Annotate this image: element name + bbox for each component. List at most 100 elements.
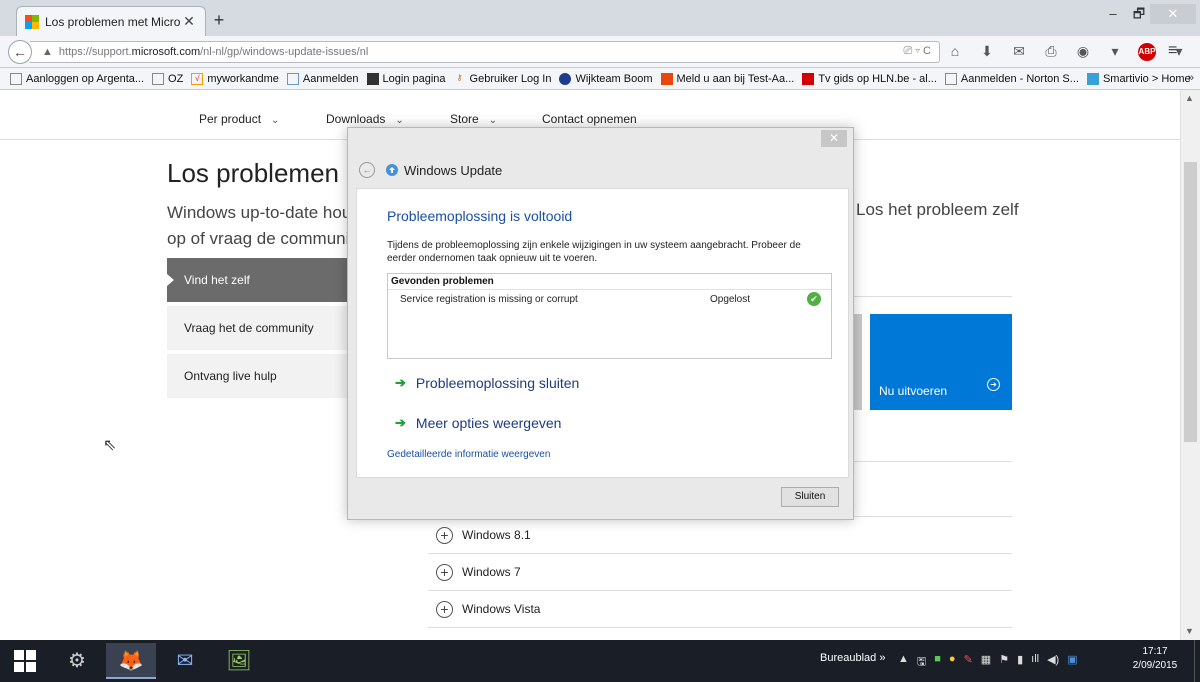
left-nav-community[interactable]: Vraag het de community — [167, 306, 349, 350]
dialog-close-button[interactable]: ✕ — [821, 130, 847, 147]
bookmarks-more-icon[interactable]: » — [1188, 72, 1194, 84]
url-bar[interactable]: ▲ https://support.microsoft.com/nl-nl/gp… — [30, 41, 940, 63]
run-now-tile[interactable]: Nu uitvoeren ➔ — [870, 314, 1012, 410]
page-icon — [10, 72, 22, 85]
back-arrow-icon[interactable]: ← — [359, 162, 375, 178]
windows-start-icon[interactable] — [14, 650, 36, 672]
scrollbar-thumb[interactable] — [1184, 162, 1197, 442]
tray-icon[interactable]: ● — [949, 653, 956, 672]
bookmark-item[interactable]: Tv gids op HLN.be - al... — [802, 72, 937, 85]
dialog-header: ← Windows Update — [359, 162, 502, 178]
bookmarks-bar: Aanloggen op Argenta... OZ √ myworkandme … — [0, 68, 1200, 90]
wijkteam-icon — [559, 72, 572, 85]
taskbar-clock[interactable]: 17:17 2/09/2015 — [1130, 645, 1180, 673]
bookmark-item[interactable]: Wijkteam Boom — [559, 72, 653, 85]
found-problems-list: Gevonden problemen Service registration … — [387, 273, 832, 359]
extension-icon[interactable]: ◉ — [1074, 43, 1092, 61]
bookmark-item[interactable]: Aanloggen op Argenta... — [10, 72, 144, 85]
taskbar-app-settings[interactable]: ⚙ — [52, 643, 102, 679]
taskbar-app-photos[interactable]: 🖼 — [214, 643, 264, 679]
tab-title: Los problemen met Micro... — [45, 14, 181, 29]
chevron-down-icon[interactable]: ▾ — [1106, 43, 1124, 61]
toolbar-icons: ⌂ ⬇ ✉ ⎙ ◉ ▾ ABP ▾ — [946, 43, 1188, 61]
chevron-down-icon: ⌄ — [488, 115, 498, 126]
nav-store[interactable]: Store ⌄ — [450, 112, 497, 126]
accordion-windows-7[interactable]: + Windows 7 — [428, 554, 1012, 591]
adblock-icon[interactable]: ABP — [1138, 43, 1156, 61]
hamburger-menu-icon[interactable]: ≡ — [1168, 42, 1177, 60]
plus-circle-icon: + — [436, 563, 453, 581]
bookmark-item[interactable]: Aanmelden — [286, 72, 359, 85]
nav-per-product[interactable]: Per product ⌄ — [199, 112, 279, 126]
taskbar-app-thunderbird[interactable]: ✉ — [160, 643, 210, 679]
intro-right: Los het probleem zelf — [856, 200, 1019, 219]
home-icon[interactable]: ⌂ — [946, 43, 964, 61]
tray-icon[interactable]: ■ — [934, 653, 941, 672]
page-icon — [152, 72, 165, 85]
new-tab-button[interactable]: + — [210, 10, 228, 31]
bookmark-item[interactable]: ⚷ Gebruiker Log In — [454, 73, 552, 85]
dialog-title: Windows Update — [404, 162, 503, 178]
url-text: https://support.microsoft.com/nl-nl/gp/w… — [58, 46, 369, 58]
browser-navbar: ▲ https://support.microsoft.com/nl-nl/gp… — [0, 36, 1200, 68]
warning-lock-icon[interactable]: ▲ — [42, 46, 53, 58]
browser-tab[interactable]: Los problemen met Micro... ✕ — [16, 6, 206, 36]
detailed-info-link[interactable]: Gedetailleerde informatie weergeven — [387, 449, 550, 460]
bookmark-item[interactable]: Smartivio > Home — [1086, 72, 1191, 85]
problem-row: Service registration is missing or corru… — [388, 292, 831, 310]
dialog-body: Probleemoplossing is voltooid Tijdens de… — [356, 188, 849, 478]
found-problems-header: Gevonden problemen — [388, 274, 831, 290]
problem-name: Service registration is missing or corru… — [400, 294, 578, 305]
green-arrow-icon: ➔ — [395, 415, 406, 430]
problem-status: Opgelost — [710, 294, 751, 305]
tray-icon[interactable]: ▦ — [981, 653, 991, 672]
flag-icon[interactable]: ⚑ — [999, 653, 1009, 672]
battery-icon[interactable]: ▮ — [1017, 653, 1023, 672]
plus-circle-icon: + — [436, 526, 453, 544]
taskbar-app-firefox[interactable]: 🦊 — [106, 643, 156, 679]
bookmark-item[interactable]: Meld u aan bij Test-Aa... — [660, 72, 794, 85]
left-nav-find-yourself[interactable]: Vind het zelf — [167, 258, 349, 302]
print-icon[interactable]: ⎙ — [1042, 43, 1060, 61]
windows-update-icon — [385, 163, 399, 177]
back-arrow-icon[interactable]: ← — [8, 40, 32, 64]
accordion-windows-81[interactable]: + Windows 8.1 — [428, 517, 1012, 554]
desktop-toolbar[interactable]: Bureaublad » — [820, 652, 885, 664]
system-tray: ▲ 🖫 ■ ● ✎ ▦ ⚑ ▮ ıll ◀) ▣ — [898, 653, 1078, 672]
window-close-button[interactable]: ✕ — [1150, 4, 1196, 24]
bookmark-item[interactable]: OZ — [152, 72, 183, 85]
close-troubleshooting-link[interactable]: ➔ Probleemoplossing sluiten — [395, 375, 579, 391]
bookmark-item[interactable]: √ myworkandme — [191, 72, 279, 85]
page-scrollbar[interactable]: ▲ ▼ — [1180, 90, 1200, 640]
network-icon[interactable]: ıll — [1031, 653, 1039, 672]
windows-taskbar: ⚙ 🦊 ✉ 🖼 Bureaublad » ▲ 🖫 ■ ● ✎ ▦ ⚑ ▮ ıll… — [0, 640, 1200, 682]
more-options-link[interactable]: ➔ Meer opties weergeven — [395, 415, 561, 431]
windows-update-dialog: ✕ ← Windows Update Probleemoplossing is … — [347, 127, 854, 520]
left-nav-live-help[interactable]: Ontvang live hulp — [167, 354, 349, 398]
mouse-pointer-icon: ⇖ — [103, 437, 117, 454]
mail-icon[interactable]: ✉ — [1010, 43, 1028, 61]
tab-close-icon[interactable]: ✕ — [181, 13, 197, 30]
scroll-down-icon[interactable]: ▼ — [1185, 626, 1194, 636]
tray-icon[interactable]: ▣ — [1067, 653, 1077, 672]
volume-icon[interactable]: ◀) — [1047, 653, 1059, 672]
plus-circle-icon: + — [436, 600, 453, 618]
page-title: Los problemen m — [167, 158, 368, 188]
reload-icon[interactable]: ⎚ ▿ C — [904, 45, 931, 58]
nav-contact[interactable]: Contact opnemen — [542, 112, 637, 126]
downloads-icon[interactable]: ⬇ — [978, 43, 996, 61]
sluiten-button[interactable]: Sluiten — [781, 487, 839, 507]
scroll-up-icon[interactable]: ▲ — [1185, 93, 1194, 103]
bookmark-item[interactable]: Aanmelden - Norton S... — [944, 72, 1079, 85]
key-icon: ⚷ — [456, 72, 463, 82]
tray-icon[interactable]: ✎ — [964, 653, 973, 672]
checkmark-icon: ✔ — [807, 292, 821, 306]
tray-expand-icon[interactable]: » — [879, 652, 885, 664]
tray-icon[interactable]: 🖫 — [917, 653, 926, 672]
bookmark-item[interactable]: Login pagina — [366, 72, 446, 85]
show-desktop-button[interactable] — [1194, 640, 1200, 682]
accordion-windows-vista[interactable]: + Windows Vista — [428, 591, 1012, 628]
nav-downloads[interactable]: Downloads ⌄ — [326, 112, 404, 126]
tray-up-icon[interactable]: ▲ — [898, 653, 909, 672]
tile-label: Nu uitvoeren — [879, 384, 948, 398]
